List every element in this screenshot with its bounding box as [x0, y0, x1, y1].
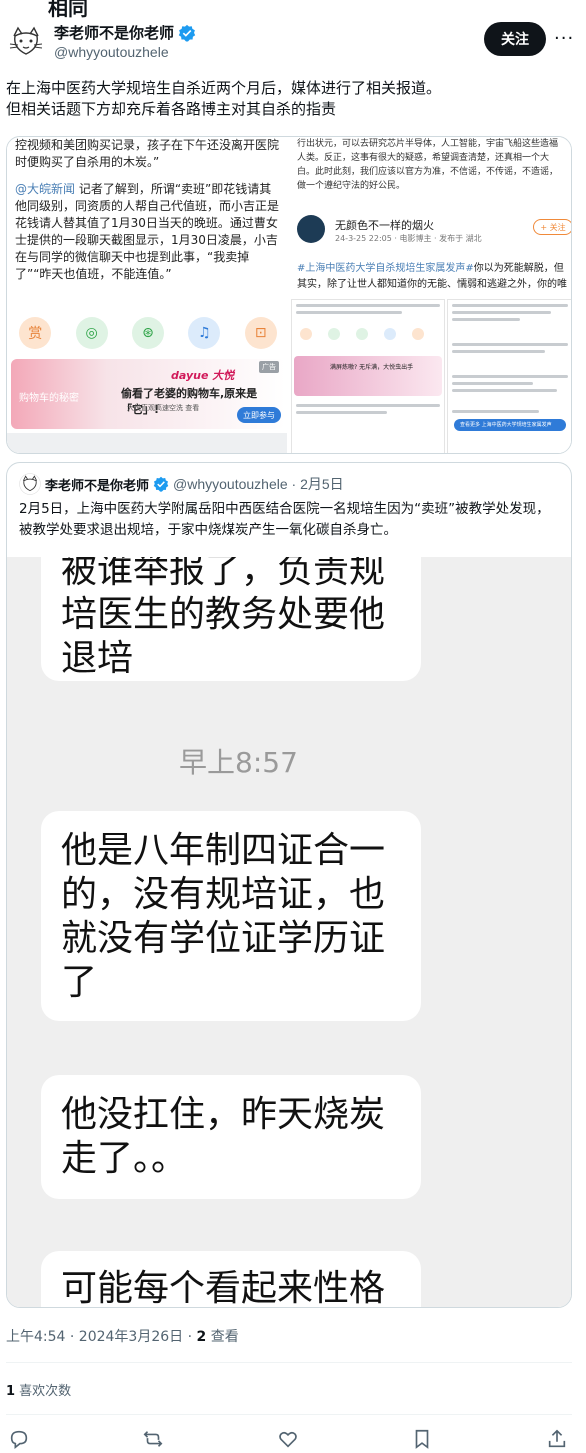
cat-sketch-avatar-icon — [7, 23, 45, 61]
chat-bubble-1-text: 被谁举报了，负责规培医生的教务处要他退培 — [61, 557, 386, 679]
reward-icon: 赏 — [19, 317, 52, 349]
reply-icon[interactable] — [8, 1428, 30, 1450]
quote-author-name: 李老师不是你老师 — [45, 478, 150, 494]
bookmark-icon[interactable] — [411, 1428, 433, 1450]
tweet-meta: 上午4:54 · 2024年3月26日 · 2 查看 — [6, 1326, 239, 1346]
views-count: 2 — [196, 1329, 207, 1345]
ad-cart-text: 购物车的秘密 — [19, 393, 79, 404]
ad-tag: 广告 — [259, 361, 279, 373]
divider — [6, 1414, 572, 1415]
media-image-left[interactable]: 控视频和美团购买记录，孩子在下午还没离开医院时便购买了自杀用的木炭。” @大皖新… — [7, 137, 289, 453]
likes-row[interactable]: 1 喜欢次数 — [6, 1380, 71, 1399]
tweet-header: 李老师不是你老师 @whyyoutouzhele 关注 ··· — [0, 18, 586, 68]
weibo-screenshot-panel-a: 满屏炼嗷? 无斥满，大悦虫出手 — [291, 299, 445, 453]
like-heart-icon[interactable] — [277, 1428, 299, 1450]
more-options-button[interactable]: ··· — [554, 28, 574, 49]
wechat-icon: ◎ — [75, 317, 108, 349]
views-label: 查看 — [206, 1329, 239, 1345]
chat-bubble-2: 他是八年制四证合一的，没有规培证，也就没有学位证学历证了 — [41, 811, 421, 1021]
chat-bubble-2-text: 他是八年制四证合一的，没有规培证，也就没有学位证学历证了 — [61, 830, 386, 1003]
divider — [6, 1362, 572, 1363]
tweet-text: 在上海中医药大学规培生自杀近两个月后，媒体进行了相关报道。 但相关话题下方却充斥… — [6, 78, 576, 120]
quote-avatar-icon — [19, 473, 41, 495]
chat-timestamp: 早上8:57 — [179, 746, 298, 779]
media-image-right[interactable]: 行出状元，可以去研究芯片半导体，人工智能，宇宙飞船这些造福人类。反正，这事有很大… — [291, 137, 571, 453]
verified-badge-icon — [178, 24, 196, 42]
weibo-body: #上海中医药大学自杀规培生家属发声#你以为死能解脱，但其实，除了让世人都知道你的… — [297, 261, 567, 293]
ad-subline: 大悦直观高速空洗 查看 — [127, 404, 200, 412]
mini-more-button: 查看更多 上海中医药大学规培生家属发声 — [454, 419, 566, 431]
chat-screenshot: 被谁举报了，负责规培医生的教务处要他退培 早上8:57 他是八年制四证合一的，没… — [7, 557, 571, 1308]
news-text-paragraph: @大皖新闻 记者了解到，所谓“卖班”即花钱请其他同级别，同资质的人帮自己代值班，… — [15, 181, 283, 283]
qq-icon: ♫ — [188, 317, 221, 349]
ad-banner: 广告 购物车的秘密 dayue 大悦 偷看了老婆的购物车,原来是「它」! 大悦直… — [11, 359, 285, 429]
weibo-user-row: 无颜色不一样的烟火 24-3-25 22:05 · 电影博主 · 发布于 湖北 … — [297, 215, 571, 255]
quote-text: 2月5日，上海中医药大学附属岳阳中西医结合医院一名规培生因为“卖班”被教学处发现… — [19, 501, 550, 538]
quote-handle-date: @whyyoutouzhele · 2月5日 — [173, 476, 344, 492]
retweet-icon[interactable] — [142, 1428, 164, 1450]
ad-cta-button: 立即参与 — [237, 407, 281, 423]
left-image-bottom-bar — [7, 433, 287, 453]
media-grid[interactable]: 控视频和美团购买记录，孩子在下午还没离开医院时便购买了自杀用的木炭。” @大皖新… — [6, 136, 572, 454]
copy-icon: ⊡ — [244, 317, 277, 349]
news-text-top: 控视频和美团购买记录，孩子在下午还没离开医院时便购买了自杀用的木炭。” — [15, 138, 280, 169]
ad-brand: dayue 大悦 — [171, 369, 235, 382]
weibo-screenshot-panel-b: 查看更多 上海中医药大学规培生家属发声 — [447, 299, 571, 453]
chat-bubble-4: 可能每个看起来性格 — [41, 1251, 421, 1308]
chat-bubble-4-text: 可能每个看起来性格 — [61, 1268, 386, 1308]
likes-label: 喜欢次数 — [15, 1384, 72, 1399]
news-source-link: @大皖新闻 — [15, 182, 76, 196]
author-name[interactable]: 李老师不是你老师 — [54, 22, 174, 43]
avatar[interactable] — [6, 22, 46, 62]
share-icon[interactable] — [546, 1428, 568, 1450]
likes-count: 1 — [6, 1384, 16, 1399]
chat-bubble-1: 被谁举报了，负责规培医生的教务处要他退培 — [41, 557, 421, 681]
weibo-hashtag: #上海中医药大学自杀规培生家属发声# — [297, 263, 474, 274]
weibo-text-top: 行出状元，可以去研究芯片半导体，人工智能，宇宙飞船这些造福人类。反正，这事有很大… — [297, 139, 559, 191]
tweet-text-line-1: 在上海中医药大学规培生自杀近两个月后，媒体进行了相关报道。 — [6, 79, 442, 97]
news-screenshot-text: 控视频和美团购买记录，孩子在下午还没离开医院时便购买了自杀用的木炭。” @大皖新… — [15, 137, 283, 283]
action-bar — [0, 1426, 586, 1453]
follow-button[interactable]: 关注 — [484, 22, 546, 56]
news-text-body: 记者了解到，所谓“卖班”即花钱请其他同级别，同资质的人帮自己代值班，而小吉正是花… — [15, 182, 280, 281]
quoted-tweet[interactable]: 李老师不是你老师 @whyyoutouzhele · 2月5日 2月5日，上海中… — [6, 462, 572, 1308]
mini-ad: 满屏炼嗷? 无斥满，大悦虫出手 — [294, 356, 442, 396]
author-handle[interactable]: @whyyoutouzhele — [54, 44, 169, 60]
share-icons-row: 赏 ◎ ⊛ ♫ ⊡ — [7, 309, 287, 357]
quote-verified-badge-icon — [153, 476, 169, 492]
weibo-username: 无颜色不一样的烟火 — [335, 219, 434, 232]
author-name-row[interactable]: 李老师不是你老师 — [54, 22, 196, 43]
weibo-meta: 24-3-25 22:05 · 电影博主 · 发布于 湖北 — [335, 234, 482, 243]
chat-bubble-3: 他没扛住，昨天烧炭走了。。 — [41, 1075, 421, 1199]
tweet-timestamp[interactable]: 上午4:54 · 2024年3月26日 · — [6, 1329, 197, 1345]
chat-bubble-3-text: 他没扛住，昨天烧炭走了。。 — [61, 1094, 386, 1179]
tweet-text-line-2: 但相关话题下方却充斥着各路博主对其自杀的指责 — [6, 100, 337, 118]
weibo-avatar — [297, 215, 325, 243]
moments-icon: ⊛ — [131, 317, 164, 349]
quote-header: 李老师不是你老师 @whyyoutouzhele · 2月5日 — [19, 473, 344, 495]
weibo-follow-button: + 关注 — [533, 219, 571, 235]
